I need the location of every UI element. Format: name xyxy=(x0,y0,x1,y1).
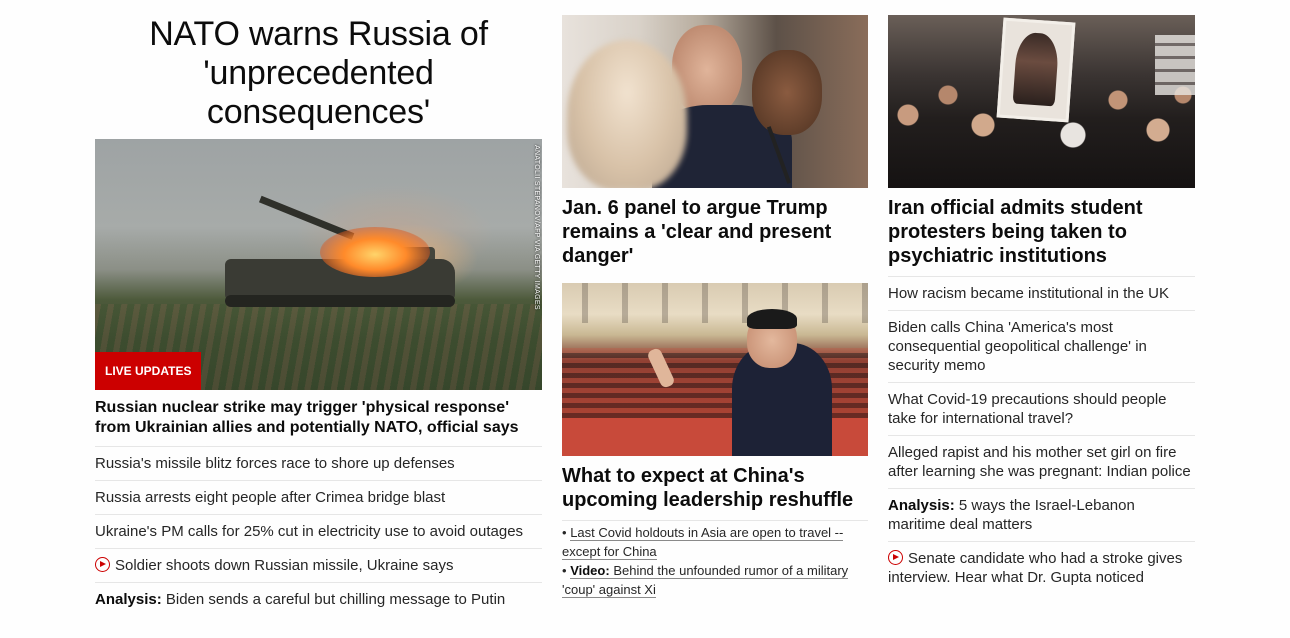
zone-center: Jan. 6 panel to argue Trump remains a 'c… xyxy=(562,0,868,599)
iran-headline-link[interactable]: Iran official admits student protesters … xyxy=(888,197,1142,267)
list-item-link[interactable]: Biden calls China 'America's most conseq… xyxy=(888,319,1147,374)
bullet-link[interactable]: Video: Behind the unfounded rumor of a m… xyxy=(562,563,849,598)
zone-right: Iran official admits student protesters … xyxy=(888,0,1195,595)
play-icon xyxy=(95,557,110,572)
analysis-kicker: Analysis: xyxy=(888,497,955,514)
image-credit: ANATOLII STEPANOV/AFP VIA GETTY IMAGES xyxy=(533,145,540,310)
iran-image-signs xyxy=(1155,35,1195,95)
bullet-item: • Video: Behind the unfounded rumor of a… xyxy=(562,561,868,599)
list-item: Analysis: Biden sends a careful but chil… xyxy=(95,583,542,617)
bullet-marker: • xyxy=(562,525,567,540)
hero-image[interactable]: ANATOLII STEPANOV/AFP VIA GETTY IMAGES L… xyxy=(95,139,542,390)
china-image[interactable] xyxy=(562,283,868,456)
hero-image-tracks xyxy=(225,295,455,307)
bullet-item: • Last Covid holdouts in Asia are open t… xyxy=(562,523,868,561)
list-item-link[interactable]: Soldier shoots down Russian missile, Ukr… xyxy=(95,557,453,574)
list-item: How racism became institutional in the U… xyxy=(888,277,1195,311)
list-item-link[interactable]: What Covid-19 precautions should people … xyxy=(888,391,1167,427)
hero-image-fire xyxy=(320,227,430,277)
jan6-headline[interactable]: Jan. 6 panel to argue Trump remains a 'c… xyxy=(562,196,868,268)
china-bullets: • Last Covid holdouts in Asia are open t… xyxy=(562,520,868,599)
list-item-link[interactable]: How racism became institutional in the U… xyxy=(888,285,1169,302)
list-item-link[interactable]: Analysis: Biden sends a careful but chil… xyxy=(95,591,505,608)
right-links-list: How racism became institutional in the U… xyxy=(888,276,1195,595)
play-icon xyxy=(888,550,903,565)
china-headline-link[interactable]: What to expect at China's upcoming leade… xyxy=(562,465,853,511)
video-kicker: Video: xyxy=(570,563,610,578)
bullet-marker: • xyxy=(562,563,567,578)
main-headline-link[interactable]: NATO warns Russia of 'unprecedented cons… xyxy=(149,15,488,131)
list-item-link[interactable]: Analysis: 5 ways the Israel-Lebanon mari… xyxy=(888,497,1135,533)
china-headline[interactable]: What to expect at China's upcoming leade… xyxy=(562,464,868,512)
list-item-link[interactable]: Senate candidate who had a stroke gives … xyxy=(888,550,1182,586)
list-item: Soldier shoots down Russian missile, Ukr… xyxy=(95,549,542,583)
list-item: What Covid-19 precautions should people … xyxy=(888,383,1195,436)
list-item-link[interactable]: Russia arrests eight people after Crimea… xyxy=(95,489,445,506)
lead-headline-link[interactable]: Russian nuclear strike may trigger 'phys… xyxy=(95,399,519,436)
jan6-headline-link[interactable]: Jan. 6 panel to argue Trump remains a 'c… xyxy=(562,197,831,267)
china-image-hair xyxy=(747,309,797,329)
list-item: Ukraine's PM calls for 25% cut in electr… xyxy=(95,515,542,549)
live-updates-badge[interactable]: LIVE UPDATES xyxy=(95,352,202,390)
list-item: Analysis: 5 ways the Israel-Lebanon mari… xyxy=(888,489,1195,542)
list-item: Biden calls China 'America's most conseq… xyxy=(888,311,1195,383)
bullet-link[interactable]: Last Covid holdouts in Asia are open to … xyxy=(562,525,844,560)
iran-headline[interactable]: Iran official admits student protesters … xyxy=(888,196,1195,268)
list-item: Russia's missile blitz forces race to sh… xyxy=(95,447,542,481)
list-item: Russia arrests eight people after Crimea… xyxy=(95,481,542,515)
list-item-link[interactable]: Russia's missile blitz forces race to sh… xyxy=(95,455,455,472)
list-item-link[interactable]: Alleged rapist and his mother set girl o… xyxy=(888,444,1191,480)
jan6-image-foreground xyxy=(567,40,687,188)
china-image-windows xyxy=(562,283,868,323)
related-links-list: Russia's missile blitz forces race to sh… xyxy=(95,446,542,617)
jan6-image-figure xyxy=(752,50,822,135)
iran-image-poster xyxy=(996,17,1076,123)
list-item: Alleged rapist and his mother set girl o… xyxy=(888,436,1195,489)
list-item-text: Senate candidate who had a stroke gives … xyxy=(888,550,1183,586)
list-item-text: Biden sends a careful but chilling messa… xyxy=(165,591,506,608)
list-item: Senate candidate who had a stroke gives … xyxy=(888,542,1195,595)
zone-lead: NATO warns Russia of 'unprecedented cons… xyxy=(95,0,542,617)
lead-headline[interactable]: Russian nuclear strike may trigger 'phys… xyxy=(95,398,542,438)
list-item-link[interactable]: Ukraine's PM calls for 25% cut in electr… xyxy=(95,523,523,540)
main-headline[interactable]: NATO warns Russia of 'unprecedented cons… xyxy=(95,15,542,132)
jan6-image[interactable] xyxy=(562,15,868,188)
list-item-text: Soldier shoots down Russian missile, Ukr… xyxy=(115,557,454,574)
iran-image[interactable] xyxy=(888,15,1195,188)
analysis-kicker: Analysis: xyxy=(95,591,162,608)
